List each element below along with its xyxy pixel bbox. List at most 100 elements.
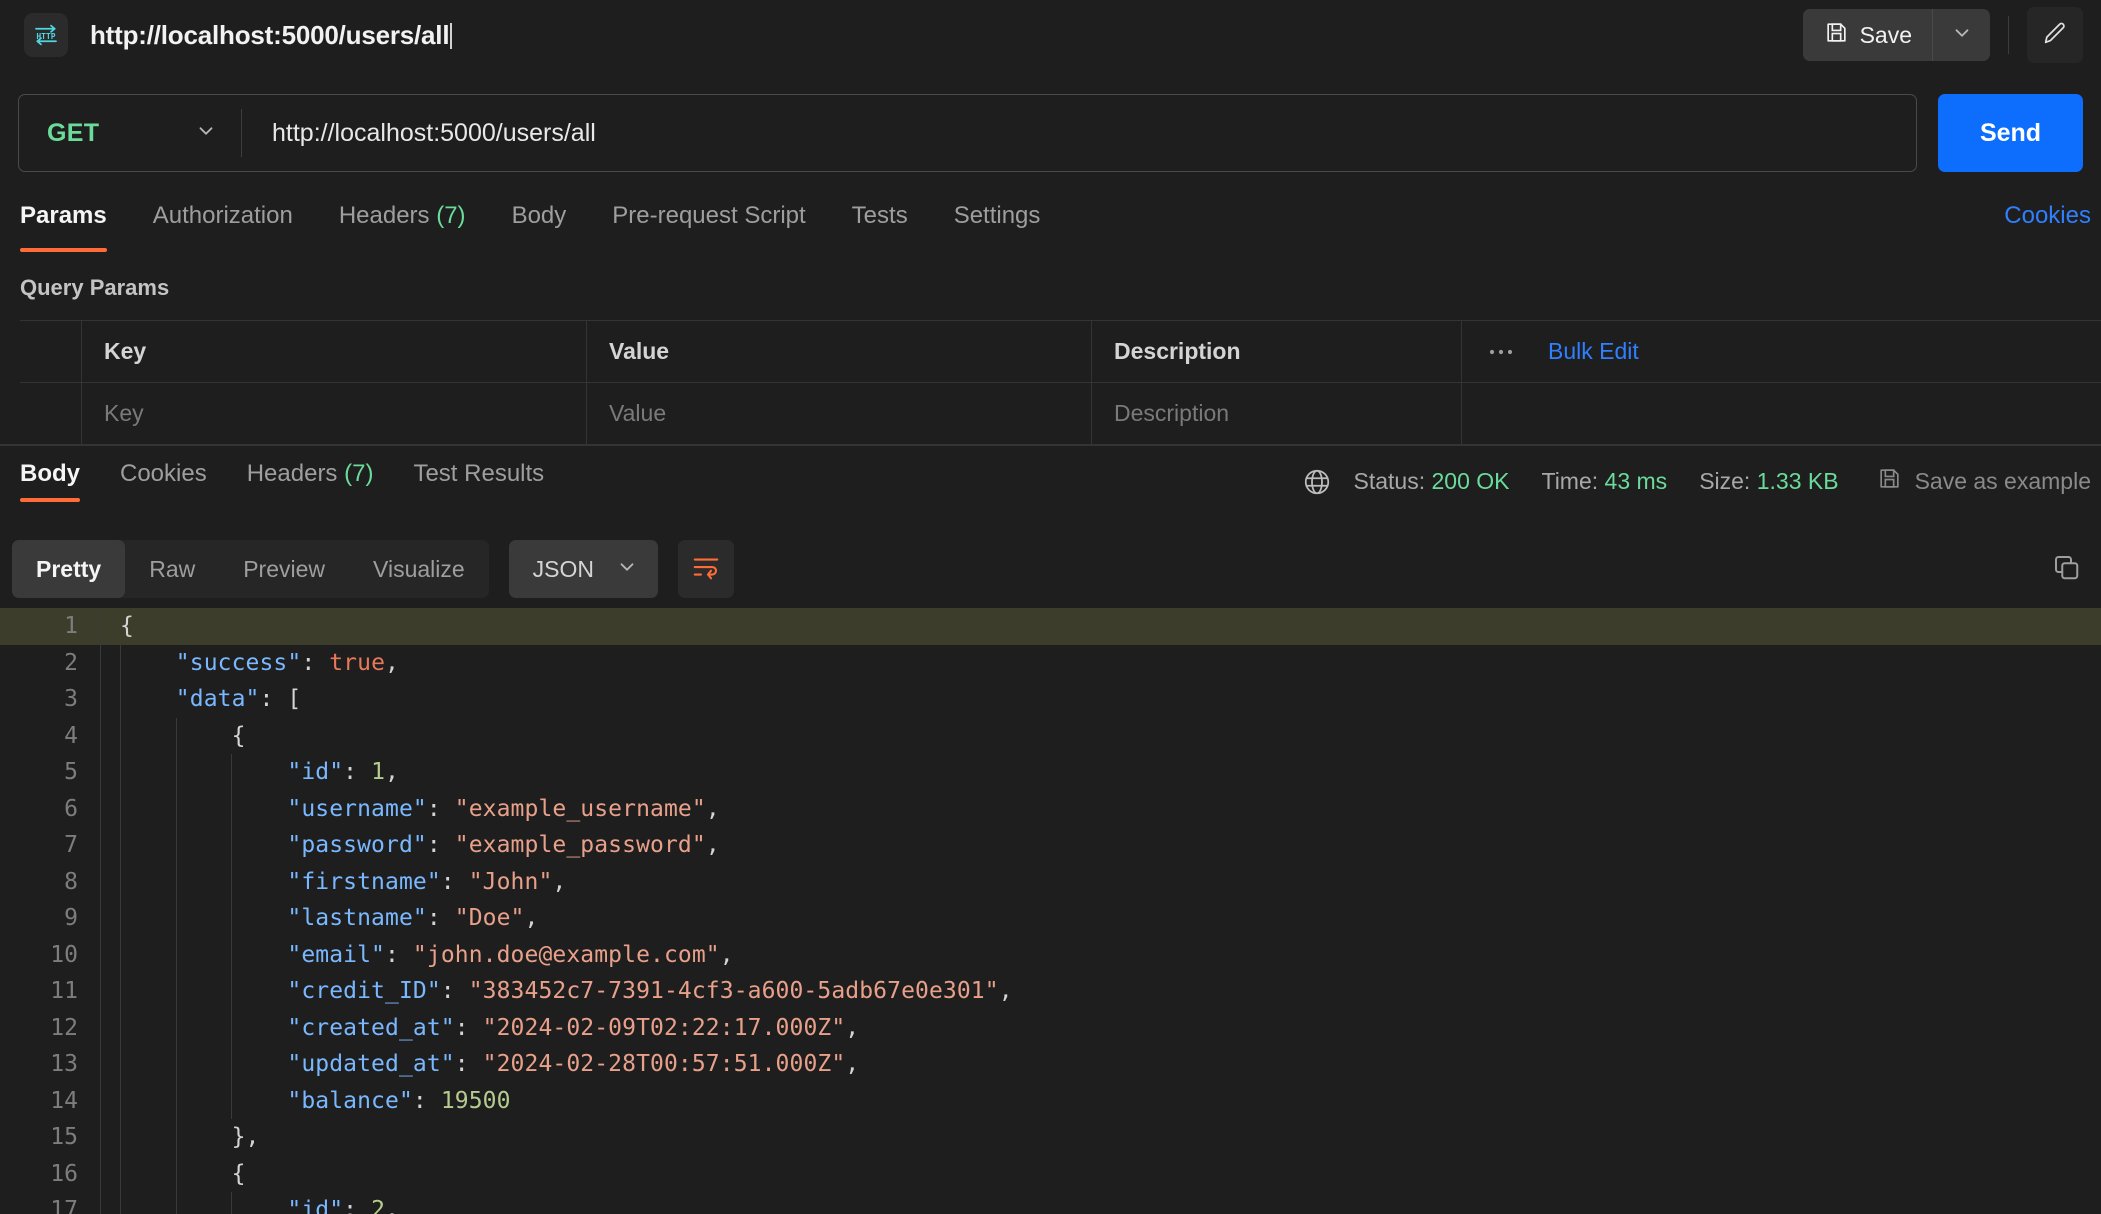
edit-request-button[interactable] xyxy=(2027,7,2083,63)
param-key-input[interactable]: Key xyxy=(82,383,587,444)
line-number: 15 xyxy=(50,1124,78,1151)
wrap-lines-button[interactable] xyxy=(678,540,735,598)
response-tab-headers[interactable]: Headers (7) xyxy=(247,446,374,488)
column-header-value-label: Value xyxy=(609,338,670,364)
window-top-bar: HTTP http://localhost:5000/users/all Sav… xyxy=(0,0,2101,70)
view-option-visualize[interactable]: Visualize xyxy=(349,540,489,598)
status-value: 200 OK xyxy=(1431,468,1510,494)
url-input[interactable]: http://localhost:5000/users/all xyxy=(242,119,1916,148)
tab-settings[interactable]: Settings xyxy=(954,196,1041,230)
http-method-select[interactable]: GET xyxy=(19,95,241,171)
code-token-punc: { xyxy=(231,1160,246,1187)
indent-guide xyxy=(175,1082,177,1119)
line-number: 5 xyxy=(64,759,78,786)
globe-icon[interactable] xyxy=(1302,467,1332,497)
table-header-actions: Bulk Edit xyxy=(1462,321,2101,382)
code-token-punc: : xyxy=(343,759,372,786)
column-header-value: Value xyxy=(587,321,1092,382)
tab-body[interactable]: Body xyxy=(512,196,567,230)
code-line: 12 "created_at": "2024-02-09T02:22:17.00… xyxy=(0,1009,2101,1046)
chevron-down-icon xyxy=(1951,22,1973,49)
time-badge: Time: 43 ms xyxy=(1542,468,1668,495)
row-checkbox-cell[interactable] xyxy=(20,383,82,444)
line-number: 9 xyxy=(64,905,78,932)
line-number: 10 xyxy=(50,941,78,968)
tab-headers[interactable]: Headers (7) xyxy=(339,196,466,230)
code-line-text: "email": "john.doe@example.com", xyxy=(100,942,2101,968)
view-option-preview-label: Preview xyxy=(243,555,326,582)
http-icon: HTTP xyxy=(24,13,68,57)
code-token-key: "email" xyxy=(287,941,386,968)
view-option-pretty[interactable]: Pretty xyxy=(12,540,126,598)
ellipsis-icon[interactable] xyxy=(1488,347,1514,357)
gutter-divider xyxy=(100,717,101,754)
query-params-title: Query Params xyxy=(20,275,170,300)
code-token-key: "username" xyxy=(287,795,427,822)
copy-response-button[interactable] xyxy=(2051,538,2081,600)
gutter-divider xyxy=(100,936,101,973)
gutter-divider xyxy=(100,681,101,718)
response-tab-test-results[interactable]: Test Results xyxy=(413,446,544,488)
response-body-viewer[interactable]: 1{2 "success": true, 3 "data": [4 {5 "id"… xyxy=(0,608,2101,1214)
code-line-text: { xyxy=(100,723,2101,749)
cookies-link[interactable]: Cookies xyxy=(2004,202,2091,230)
code-line-text: "username": "example_username", xyxy=(100,796,2101,822)
indent-guide xyxy=(120,863,121,900)
save-options-button[interactable] xyxy=(1932,9,1990,61)
send-button[interactable]: Send xyxy=(1938,94,2083,172)
response-tab-test-results-label: Test Results xyxy=(413,460,545,487)
code-token-punc: : xyxy=(426,832,455,859)
code-token-punc: , xyxy=(385,1197,399,1214)
code-token-key: "lastname" xyxy=(287,905,427,932)
code-token-key: "success" xyxy=(175,649,302,676)
request-url-bar: GET http://localhost:5000/users/all Send xyxy=(0,84,2101,182)
code-token-punc: : xyxy=(343,1197,372,1214)
response-tab-headers-label: Headers xyxy=(246,460,338,487)
view-option-raw[interactable]: Raw xyxy=(125,540,219,598)
response-tab-cookies[interactable]: Cookies xyxy=(120,446,207,488)
save-button[interactable]: Save xyxy=(1802,9,1932,61)
response-format-label: JSON xyxy=(532,555,595,582)
line-number: 6 xyxy=(64,795,78,822)
tab-pre-request-script[interactable]: Pre-request Script xyxy=(612,196,805,230)
indent-guide xyxy=(231,900,232,937)
response-format-select[interactable]: JSON xyxy=(508,540,659,598)
param-value-input[interactable]: Value xyxy=(587,383,1092,444)
time-label: Time: xyxy=(1541,468,1599,494)
code-line-text: "lastname": "Doe", xyxy=(100,905,2101,931)
code-token-num: 1 xyxy=(371,759,386,786)
chevron-down-icon xyxy=(195,120,217,147)
size-badge: Size: 1.33 KB xyxy=(1699,468,1838,495)
chevron-down-icon xyxy=(616,556,638,583)
code-token-bool: true xyxy=(329,649,386,676)
column-header-key: Key xyxy=(82,321,587,382)
row-actions xyxy=(1462,383,2101,444)
tab-settings-label: Settings xyxy=(953,202,1041,229)
indent-guide xyxy=(175,936,177,973)
tab-headers-label: Headers xyxy=(338,202,430,229)
bulk-edit-button[interactable]: Bulk Edit xyxy=(1548,338,1639,365)
http-method-label: GET xyxy=(47,118,100,147)
code-line: 9 "lastname": "Doe", xyxy=(0,900,2101,937)
tab-params[interactable]: Params xyxy=(20,196,107,252)
table-row: Key Value Description xyxy=(20,383,2101,445)
save-as-example-button[interactable]: Save as example xyxy=(1877,466,2091,497)
response-tab-headers-count: (7) xyxy=(344,460,374,487)
code-token-str: "John" xyxy=(468,868,553,895)
tab-authorization[interactable]: Authorization xyxy=(153,196,293,230)
param-description-input[interactable]: Description xyxy=(1092,383,1462,444)
code-line: 6 "username": "example_username", xyxy=(0,790,2101,827)
view-option-preview[interactable]: Preview xyxy=(219,540,349,598)
indent-guide xyxy=(175,1155,177,1192)
code-token-punc: : xyxy=(454,1014,483,1041)
code-line: 3 "data": [ xyxy=(0,681,2101,718)
code-token-key: "created_at" xyxy=(287,1014,455,1041)
response-tab-body-label: Body xyxy=(20,460,80,487)
tab-tests[interactable]: Tests xyxy=(852,196,908,230)
code-token-str: "Doe" xyxy=(454,905,525,932)
code-token-punc: , xyxy=(385,649,399,676)
code-token-punc: : xyxy=(440,978,469,1005)
response-tab-body[interactable]: Body xyxy=(20,446,80,502)
line-number: 4 xyxy=(64,722,78,749)
code-token-punc: }, xyxy=(231,1124,260,1151)
